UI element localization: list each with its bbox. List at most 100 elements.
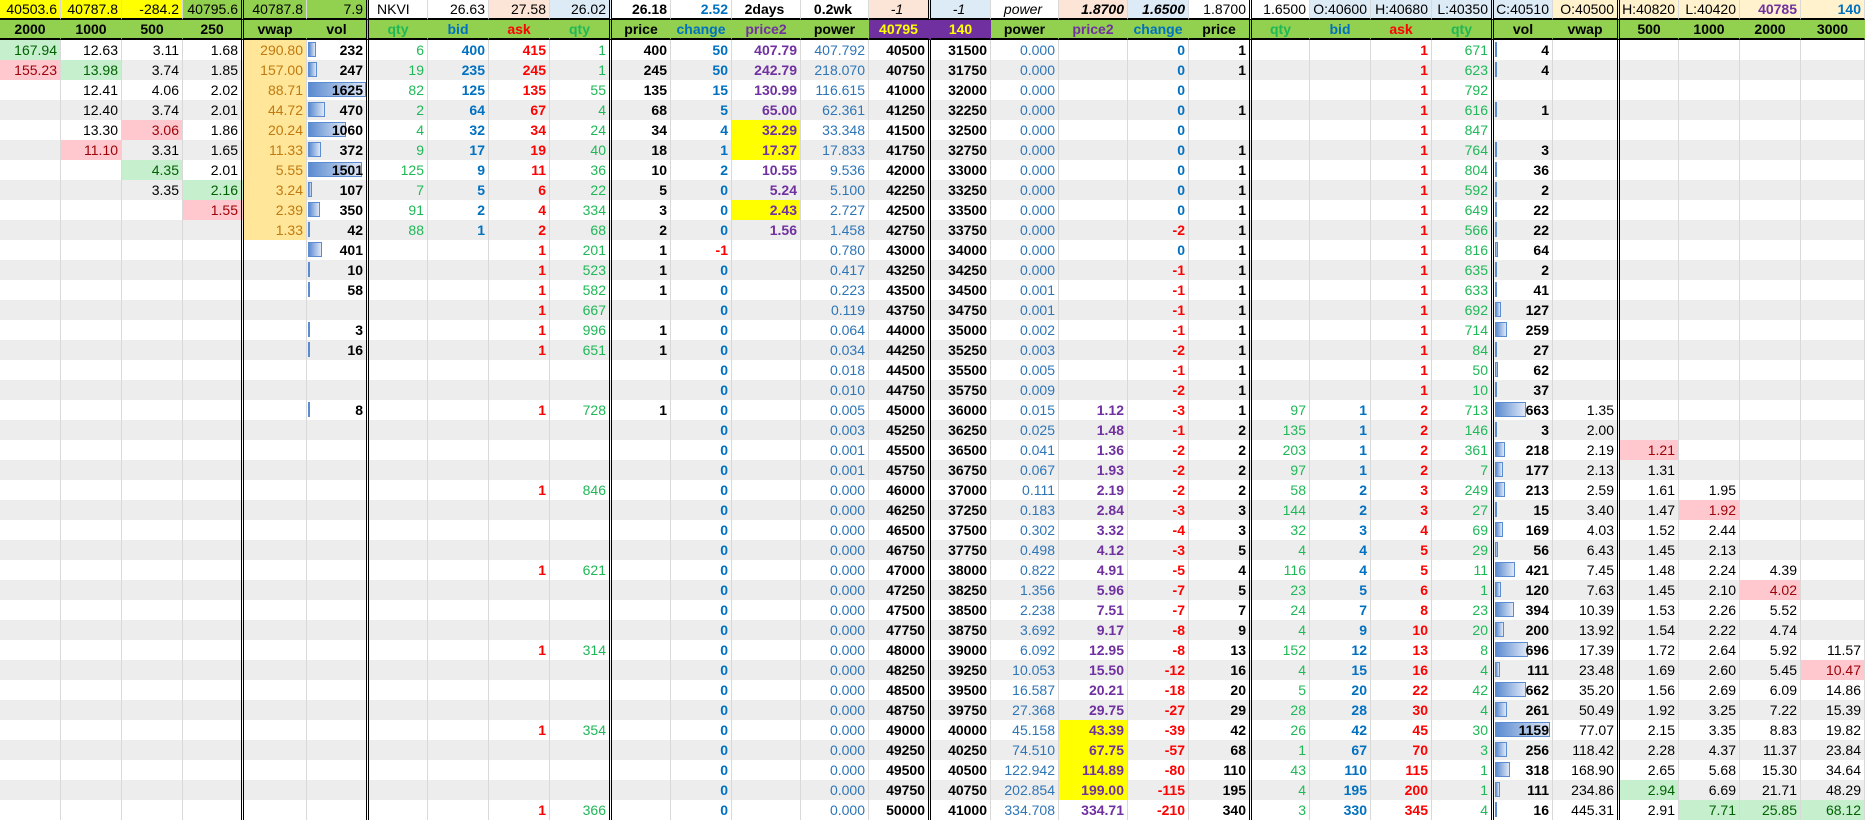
cell-iv3000[interactable]: [1801, 400, 1865, 420]
cell-iv500[interactable]: 1.56: [1620, 680, 1679, 700]
cell-call-vol[interactable]: 1501: [307, 160, 369, 180]
cell-call-ask-qty[interactable]: [550, 760, 612, 780]
cell-put-price[interactable]: 7: [1189, 600, 1252, 620]
cell-call-vwap[interactable]: [244, 540, 307, 560]
cell-call-bid-qty[interactable]: [369, 320, 428, 340]
cell-call-vol[interactable]: 372: [307, 140, 369, 160]
cell-call-vol[interactable]: 8: [307, 400, 369, 420]
cell-put-power[interactable]: 0.005: [991, 360, 1059, 380]
cell-call-ask-qty[interactable]: [550, 660, 612, 680]
column-header-hv2000[interactable]: 2000: [0, 20, 61, 40]
cell-put-vol[interactable]: 4: [1494, 40, 1553, 60]
cell-call-bid[interactable]: 235: [428, 60, 489, 80]
cell-iv500[interactable]: [1620, 80, 1679, 100]
cell-iv1000[interactable]: [1679, 120, 1740, 140]
cell-put-price[interactable]: 42: [1189, 720, 1252, 740]
cell-call-vwap[interactable]: [244, 700, 307, 720]
cell-hv500[interactable]: [122, 640, 183, 660]
cell-put-strike[interactable]: 38750: [931, 620, 991, 640]
column-header-put-change[interactable]: change: [1128, 20, 1189, 40]
cell-put-price[interactable]: 9: [1189, 620, 1252, 640]
cell-hv250[interactable]: [183, 620, 244, 640]
cell-iv500[interactable]: [1620, 320, 1679, 340]
cell-iv3000[interactable]: 15.39: [1801, 700, 1865, 720]
cell-call-bid-qty[interactable]: [369, 520, 428, 540]
cell-put-price[interactable]: 1: [1189, 220, 1252, 240]
cell-put-power[interactable]: 0.041: [991, 440, 1059, 460]
cell-put-change[interactable]: 0: [1128, 180, 1189, 200]
cell-iv500[interactable]: [1620, 200, 1679, 220]
cell-put-ask-qty[interactable]: 764: [1432, 140, 1494, 160]
cell-call-vwap[interactable]: 88.71: [244, 80, 307, 100]
column-header-hv1000[interactable]: 1000: [61, 20, 122, 40]
cell-put-bid-qty[interactable]: [1252, 220, 1310, 240]
cell-iv3000[interactable]: [1801, 440, 1865, 460]
cell-put-bid[interactable]: [1310, 300, 1371, 320]
cell-put-power[interactable]: 202.854: [991, 780, 1059, 800]
cell-call-vol[interactable]: 58: [307, 280, 369, 300]
cell-put-change[interactable]: -4: [1128, 520, 1189, 540]
cell-put-vwap[interactable]: [1553, 180, 1620, 200]
cell-put-bid[interactable]: 2: [1310, 480, 1371, 500]
column-header-put-ask[interactable]: ask: [1371, 20, 1432, 40]
cell-put-price[interactable]: 1: [1189, 40, 1252, 60]
cell-call-strike[interactable]: 41750: [869, 140, 931, 160]
cell-call-price[interactable]: [612, 460, 671, 480]
cell-hv2000[interactable]: [0, 560, 61, 580]
cell-call-vwap[interactable]: [244, 300, 307, 320]
cell-call-ask[interactable]: 4: [489, 200, 550, 220]
cell-hv2000[interactable]: [0, 600, 61, 620]
cell-call-change[interactable]: 0: [671, 680, 732, 700]
cell-call-power[interactable]: 0.000: [801, 540, 869, 560]
cell-put-price[interactable]: 340: [1189, 800, 1252, 820]
cell-put-vol[interactable]: 213: [1494, 480, 1553, 500]
cell-hv2000[interactable]: 155.23: [0, 60, 61, 80]
column-header-put-vol[interactable]: vol: [1494, 20, 1553, 40]
cell-put-vol[interactable]: 2: [1494, 180, 1553, 200]
cell-call-bid-qty[interactable]: [369, 360, 428, 380]
cell-call-price2[interactable]: [732, 460, 801, 480]
cell-iv500[interactable]: 1.52: [1620, 520, 1679, 540]
cell-call-price2[interactable]: [732, 320, 801, 340]
cell-call-price2[interactable]: 407.79: [732, 40, 801, 60]
cell-call-bid-qty[interactable]: 9: [369, 140, 428, 160]
cell-hv2000[interactable]: [0, 140, 61, 160]
cell-call-ask-qty[interactable]: 22: [550, 180, 612, 200]
cell-call-price[interactable]: [612, 680, 671, 700]
column-header-call-vol[interactable]: vol: [307, 20, 369, 40]
cell-call-price2[interactable]: [732, 420, 801, 440]
cell-hv500[interactable]: 3.06: [122, 120, 183, 140]
cell-iv500[interactable]: [1620, 120, 1679, 140]
cell-hv500[interactable]: [122, 300, 183, 320]
cell-put-power[interactable]: 0.000: [991, 100, 1059, 120]
cell-iv500[interactable]: [1620, 240, 1679, 260]
cell-hv1000[interactable]: [61, 620, 122, 640]
cell-hv250[interactable]: [183, 580, 244, 600]
cell-hv2000[interactable]: [0, 420, 61, 440]
cell-put-power[interactable]: 0.002: [991, 320, 1059, 340]
column-header-put-power[interactable]: power: [991, 20, 1059, 40]
cell-put-bid[interactable]: 4: [1310, 560, 1371, 580]
summary-cell[interactable]: 40787.8: [244, 0, 307, 20]
cell-call-ask-qty[interactable]: 201: [550, 240, 612, 260]
cell-call-ask[interactable]: 1: [489, 240, 550, 260]
cell-call-bid-qty[interactable]: 4: [369, 120, 428, 140]
cell-put-strike[interactable]: 39250: [931, 660, 991, 680]
cell-hv1000[interactable]: [61, 420, 122, 440]
cell-call-vwap[interactable]: [244, 480, 307, 500]
cell-put-bid-qty[interactable]: 135: [1252, 420, 1310, 440]
cell-put-vwap[interactable]: [1553, 40, 1620, 60]
cell-put-bid[interactable]: 1: [1310, 420, 1371, 440]
cell-put-vwap[interactable]: 50.49: [1553, 700, 1620, 720]
cell-put-bid-qty[interactable]: [1252, 260, 1310, 280]
cell-call-price2[interactable]: [732, 800, 801, 820]
cell-call-power[interactable]: 0.000: [801, 660, 869, 680]
cell-put-power[interactable]: 10.053: [991, 660, 1059, 680]
cell-call-ask[interactable]: [489, 540, 550, 560]
cell-call-price[interactable]: [612, 600, 671, 620]
cell-call-price[interactable]: [612, 620, 671, 640]
cell-put-price[interactable]: 13: [1189, 640, 1252, 660]
cell-put-ask-qty[interactable]: 11: [1432, 560, 1494, 580]
cell-put-ask[interactable]: 45: [1371, 720, 1432, 740]
cell-hv500[interactable]: [122, 540, 183, 560]
